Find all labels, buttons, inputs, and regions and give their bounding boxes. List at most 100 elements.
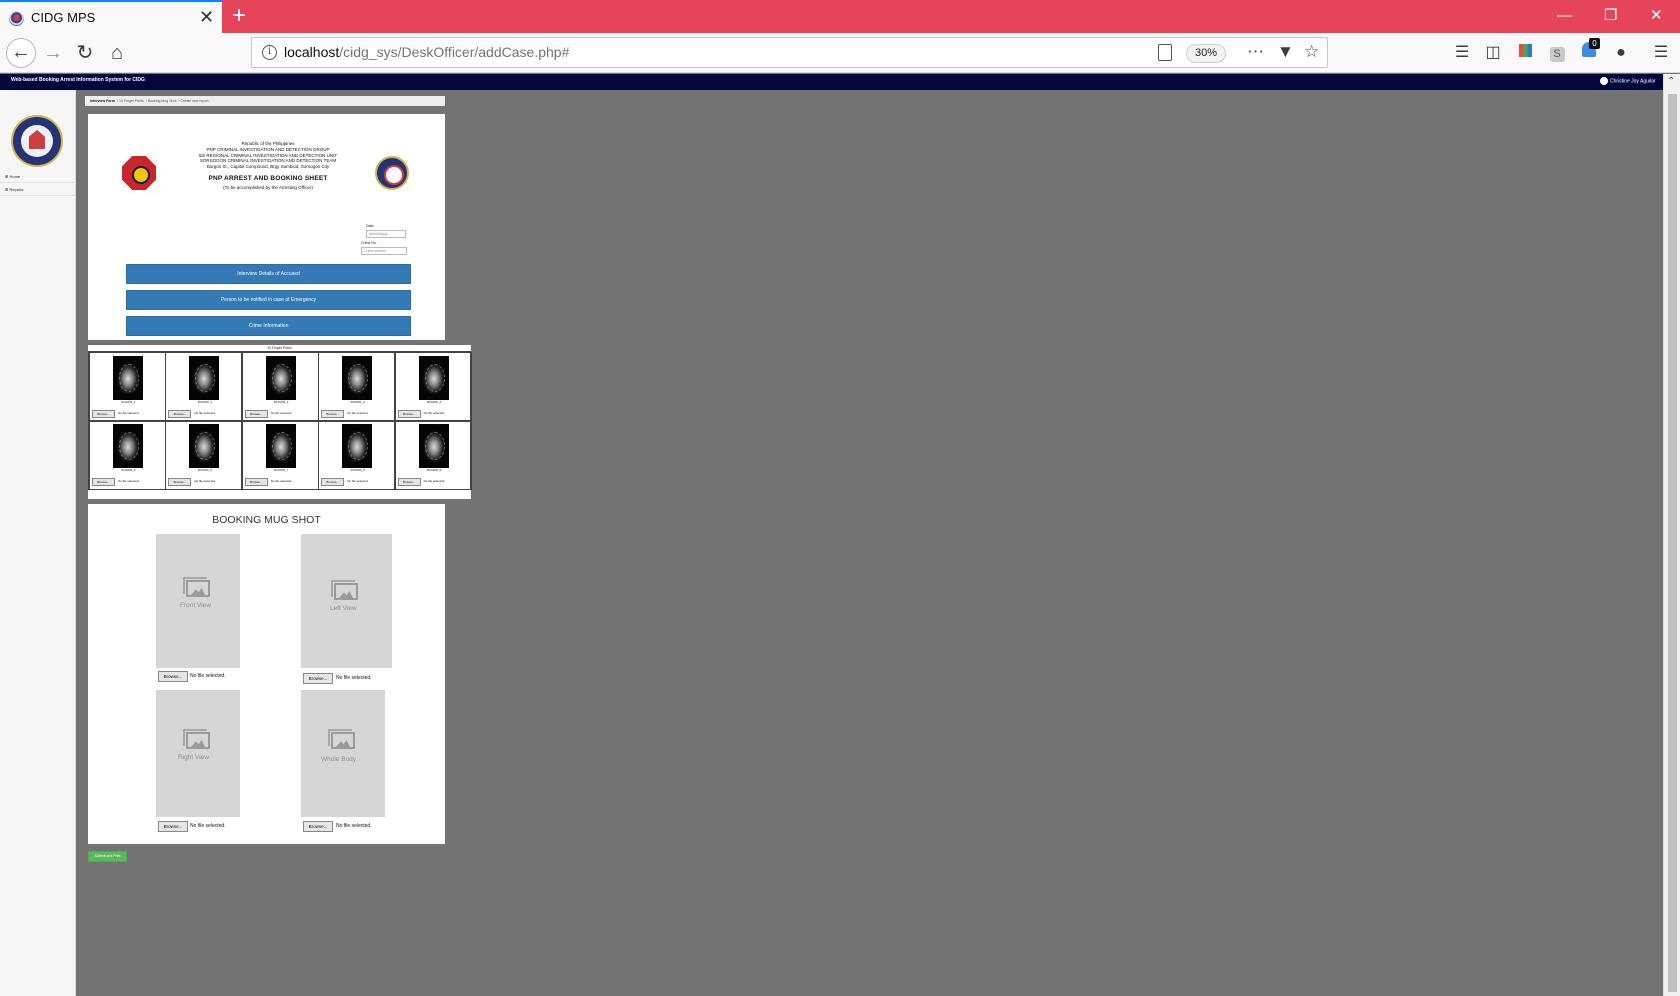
browser-tab[interactable]: CIDG MPS ✕ xyxy=(0,0,222,33)
scroll-thumb[interactable] xyxy=(1668,94,1677,992)
fingerprint-browse-button[interactable]: Browse... xyxy=(92,477,115,486)
extension-ghost-icon[interactable]: 0 xyxy=(1578,38,1600,64)
notification-badge: 0 xyxy=(1589,38,1600,49)
right-view-label: Right View xyxy=(178,754,209,761)
fingerprint-label: RUGPR_6 xyxy=(197,467,212,472)
fingerprint-label: RUGPR_5 xyxy=(121,467,136,472)
url-text[interactable]: localhost/cidg_sys/DeskOfficer/addCase.p… xyxy=(284,44,569,60)
reload-icon[interactable]: ↻ xyxy=(71,39,99,67)
fingerprint-cell: RUGPR_6 Browse... No file selected. xyxy=(165,419,243,490)
date-input[interactable]: dd/mm/yyyy xyxy=(366,230,406,238)
breadcrumb-item[interactable]: 10 Finger Prints xyxy=(119,99,144,103)
fingerprint-image xyxy=(189,356,220,400)
fingerprint-cell: RUGPR_2 Browse... No file selected. xyxy=(241,352,319,422)
site-header: Web-based Booking Arrest Information Sys… xyxy=(0,74,1680,90)
breadcrumb-item[interactable]: Create new report xyxy=(181,99,209,103)
left-view-file-status: No file selected. xyxy=(336,675,372,681)
fingerprint-cell: RUGPR_7 Browse... No file selected. xyxy=(241,419,319,490)
fingerprint-image xyxy=(265,423,296,468)
crime-no-input[interactable]: Crime number xyxy=(361,247,407,255)
crime-no-label: Crime No. xyxy=(361,241,377,245)
home-icon[interactable]: ⌂ xyxy=(103,39,131,67)
fingerprint-cell: RUGPR_1 Browse... No file selected. xyxy=(89,352,166,422)
back-arrow-icon[interactable]: ← xyxy=(6,38,36,68)
fingerprint-browse-button[interactable]: Browse... xyxy=(168,410,192,418)
window-close-icon[interactable]: ✕ xyxy=(1650,6,1663,26)
new-tab-button[interactable]: + xyxy=(232,1,246,31)
bookmark-star-icon[interactable]: ☆ xyxy=(1304,42,1319,62)
scroll-up-icon[interactable]: ⌃ xyxy=(1667,76,1675,87)
pocket-icon[interactable]: ▼ xyxy=(1277,42,1294,62)
menu-hamburger-icon[interactable]: ☰ xyxy=(1650,42,1672,64)
forward-arrow-icon[interactable]: → xyxy=(39,39,67,67)
fingerprint-browse-button[interactable]: Browse... xyxy=(397,477,421,486)
right-view-file-status: No file selected. xyxy=(190,823,226,829)
image-placeholder-icon xyxy=(331,580,358,600)
fingerprint-label: RUGPR_2 xyxy=(274,400,289,404)
sidebar-item-home[interactable]: ⊞ Home xyxy=(0,170,75,183)
interview-details-button[interactable]: Interview Details of Accused xyxy=(126,264,411,284)
extension-bulb-icon[interactable]: ● xyxy=(1610,42,1632,64)
extension-colors-icon[interactable] xyxy=(1514,42,1536,64)
arrest-form-panel: Republic of the Philippines PNP CRIMINAL… xyxy=(88,114,445,340)
url-bar[interactable]: i localhost/cidg_sys/DeskOfficer/addCase… xyxy=(251,37,1328,68)
minimize-icon[interactable]: — xyxy=(1557,6,1572,26)
user-name: Christine Joy Aguilar xyxy=(1610,78,1656,85)
fingerprint-label: RUGPR_3 xyxy=(350,400,365,404)
fingerprint-file-status: No file selected. xyxy=(423,478,445,483)
fingerprint-cell: RUGPR_9 Browse... No file selected. xyxy=(394,419,472,490)
url-path: /cidg_sys/DeskOfficer/addCase.php# xyxy=(339,44,570,60)
restore-icon[interactable]: ❐ xyxy=(1604,6,1617,26)
fingerprint-browse-button[interactable]: Browse... xyxy=(321,477,345,486)
fingerprint-grid: RUGPR_1 Browse... No file selected. RUGPR_1… xyxy=(88,351,472,490)
breadcrumb-item[interactable]: Booking Mug Shot xyxy=(148,99,177,103)
fingerprint-browse-button[interactable]: Browse... xyxy=(168,477,192,486)
page-scrollbar[interactable]: ⌃ xyxy=(1663,74,1680,996)
fingerprint-image xyxy=(265,356,296,400)
whole-body-label: Whole Body xyxy=(321,756,357,763)
pnp-cidg-seal xyxy=(122,156,156,190)
fingerprint-image xyxy=(113,356,143,400)
fingerprint-cell: RUGPR_1 Browse... No file selected. xyxy=(165,352,243,422)
library-icon[interactable]: ☰ xyxy=(1451,42,1473,64)
date-label: Date: xyxy=(366,224,375,228)
fingerprint-browse-button[interactable]: Browse... xyxy=(397,410,421,418)
sidebar-toggle-icon[interactable]: ◫ xyxy=(1482,42,1504,64)
fingerprint-image xyxy=(342,423,373,468)
sidebar-item-reports[interactable]: ⊞ Reports xyxy=(0,183,75,196)
image-placeholder-icon xyxy=(328,729,355,749)
info-icon[interactable]: i xyxy=(262,45,277,60)
front-view-browse-button[interactable]: Browse... xyxy=(158,671,188,682)
fingerprint-browse-button[interactable]: Browse... xyxy=(244,410,268,418)
reader-view-icon[interactable] xyxy=(1158,44,1172,61)
crime-information-button[interactable]: Crime Information xyxy=(126,316,411,336)
left-view-browse-button[interactable]: Browse... xyxy=(303,673,333,684)
zoom-level[interactable]: 30% xyxy=(1186,44,1226,63)
fingerprint-file-status: No file selected. xyxy=(270,411,293,415)
submit-and-print-button[interactable]: Submit and Print xyxy=(88,851,127,862)
whole-body-file-status: No file selected. xyxy=(336,823,372,829)
fingerprint-browse-button[interactable]: Browse... xyxy=(92,410,115,418)
fingerprint-label: RUGPR_7 xyxy=(274,467,289,472)
fingerprint-label: RUGPR_9 xyxy=(427,467,442,472)
user-menu[interactable]: Christine Joy Aguilar xyxy=(1600,77,1656,85)
extension-s-icon[interactable]: S xyxy=(1546,42,1568,64)
fingerprint-file-status: No file selected. xyxy=(423,411,445,415)
fingerprint-cell: RUGPR_4 Browse... No file selected. xyxy=(394,352,472,422)
breadcrumb-item[interactable]: Interview Form xyxy=(90,99,115,103)
close-tab-icon[interactable]: ✕ xyxy=(199,7,214,27)
fingerprint-file-status: No file selected. xyxy=(194,411,216,415)
page-actions-icon[interactable]: ⋯ xyxy=(1247,42,1264,62)
fingerprint-browse-button[interactable]: Browse... xyxy=(244,477,268,486)
site-title: Web-based Booking Arrest Information Sys… xyxy=(11,77,145,83)
fingerprint-file-status: No file selected. xyxy=(118,411,140,415)
right-view-browse-button[interactable]: Browse... xyxy=(158,821,188,832)
user-icon xyxy=(1600,77,1608,85)
image-placeholder-icon xyxy=(183,729,210,749)
whole-body-browse-button[interactable]: Browse... xyxy=(303,821,333,832)
emergency-contact-button[interactable]: Person to be notified in case of Emergen… xyxy=(126,290,411,310)
fingerprint-browse-button[interactable]: Browse... xyxy=(321,410,345,418)
left-view-label: Left View xyxy=(330,605,357,612)
cidg-logo xyxy=(11,115,63,167)
form-header: Republic of the Philippines PNP CRIMINAL… xyxy=(178,141,358,190)
